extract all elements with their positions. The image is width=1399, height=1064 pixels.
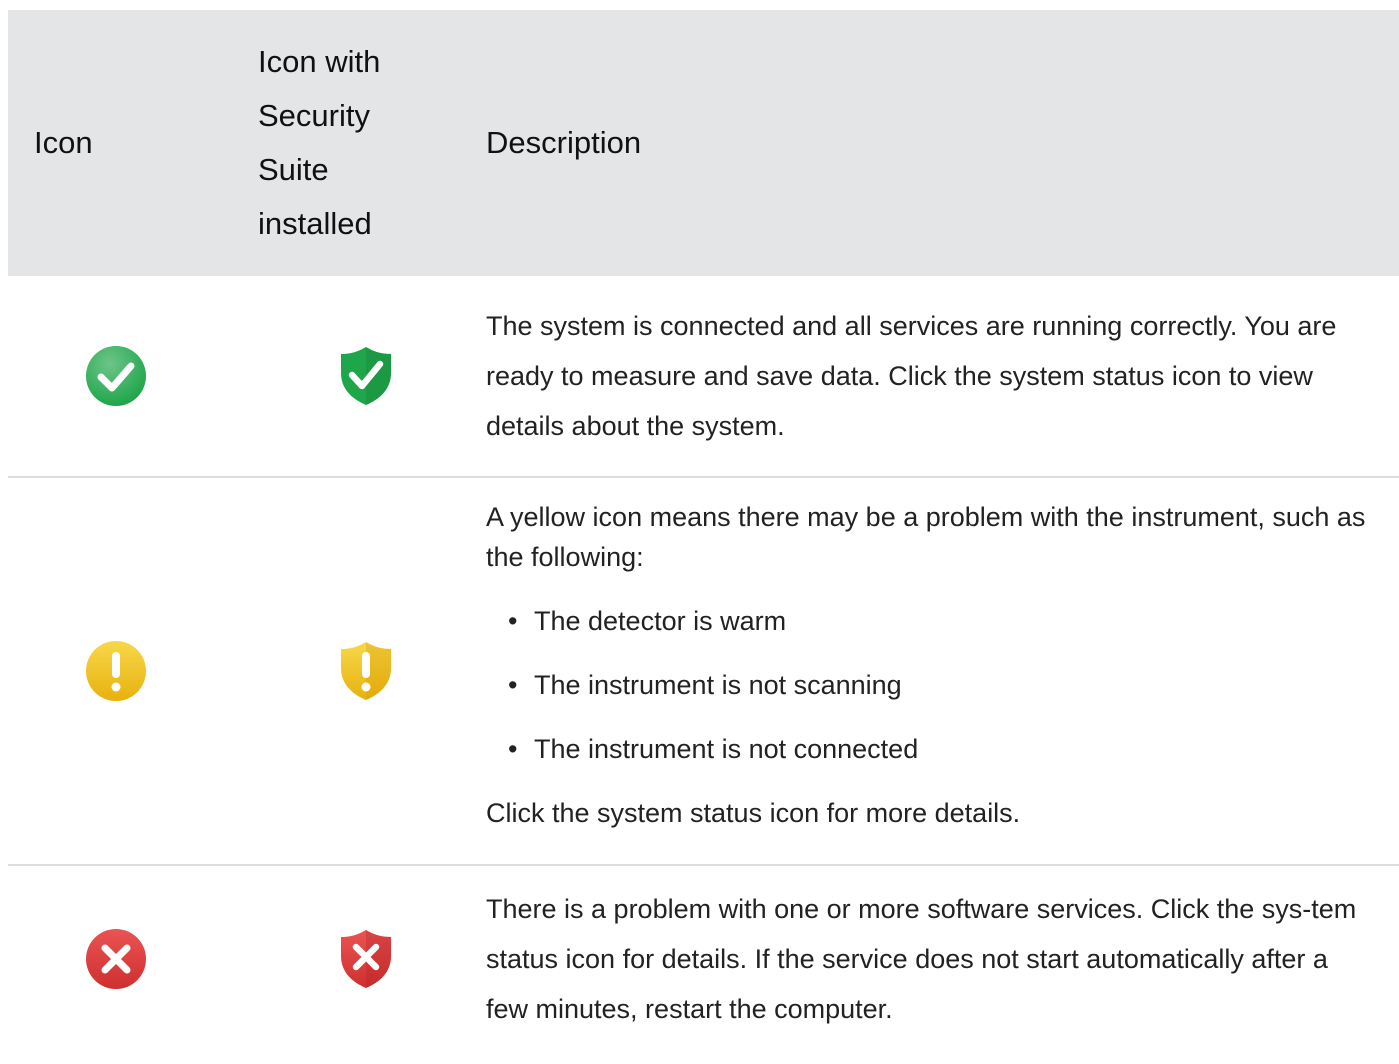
x-circle-icon: [86, 929, 146, 989]
shield-icon-cell: [250, 276, 478, 477]
x-shield-icon: [341, 930, 391, 988]
icon-cell: [8, 276, 250, 477]
status-icon-table: Icon Icon with Security Suite installed …: [8, 10, 1399, 1052]
description-cell: The system is connected and all services…: [486, 311, 1337, 441]
header-icon: Icon: [34, 125, 93, 160]
table-row-error: There is a problem with one or more soft…: [8, 865, 1399, 1052]
check-circle-icon: [86, 346, 146, 406]
table-header-row: Icon Icon with Security Suite installed …: [8, 10, 1399, 276]
header-icon-with-security-suite: Icon with Security Suite installed: [258, 44, 381, 241]
check-shield-icon: [341, 347, 391, 405]
icon-cell: [8, 865, 250, 1052]
description-outro: Click the system status icon for more de…: [486, 798, 1021, 828]
table-row-ok: The system is connected and all services…: [8, 276, 1399, 477]
shield-icon-cell: [250, 865, 478, 1052]
list-item: • The detector is warm: [508, 606, 787, 636]
description-cell: A yellow icon means there may be a probl…: [478, 477, 1399, 865]
exclamation-circle-icon: [86, 641, 146, 701]
description-intro: A yellow icon means there may be a probl…: [486, 502, 1366, 572]
description-cell: There is a problem with one or more soft…: [486, 894, 1357, 1024]
exclamation-shield-icon: [341, 642, 391, 700]
shield-icon-cell: [250, 477, 478, 865]
header-description: Description: [486, 125, 642, 160]
table-row-warning: A yellow icon means there may be a probl…: [8, 477, 1399, 865]
icon-cell: [8, 477, 250, 865]
list-item: • The instrument is not scanning: [508, 670, 902, 700]
problem-list: • The detector is warm • The instrument is…: [486, 589, 1369, 781]
list-item: • The instrument is not connected: [508, 734, 919, 764]
